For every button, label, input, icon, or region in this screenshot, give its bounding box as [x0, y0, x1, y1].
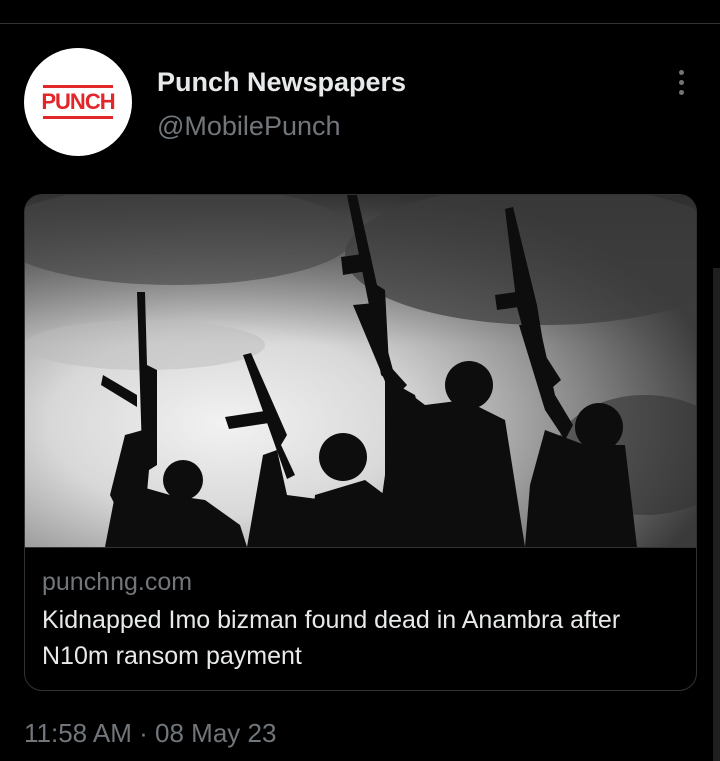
more-dot-icon [678, 69, 684, 75]
author-name[interactable]: Punch Newspapers [157, 67, 406, 98]
tweet-timestamp[interactable]: 11:58 AM · 08 May 23 [24, 718, 276, 749]
logo-bar-top [43, 85, 113, 88]
avatar[interactable]: PUNCH [24, 48, 132, 156]
tweet-page: PUNCH Punch Newspapers @MobilePunch punc… [0, 0, 720, 761]
more-dot-icon [678, 79, 684, 85]
card-domain: punchng.com [42, 568, 193, 596]
logo-text: PUNCH [41, 89, 115, 114]
top-divider [0, 23, 720, 24]
more-options-button[interactable] [666, 64, 696, 100]
punch-logo: PUNCH [41, 85, 116, 119]
logo-bar-bottom [43, 116, 113, 119]
author-handle[interactable]: @MobilePunch [157, 111, 341, 142]
card-divider [25, 547, 696, 548]
more-dot-icon [678, 89, 684, 95]
scrollbar[interactable] [713, 268, 720, 761]
card-title: Kidnapped Imo bizman found dead in Anamb… [42, 606, 621, 670]
card-image [25, 195, 696, 547]
link-card[interactable]: punchng.com Kidnapped Imo bizman found d… [24, 194, 697, 691]
